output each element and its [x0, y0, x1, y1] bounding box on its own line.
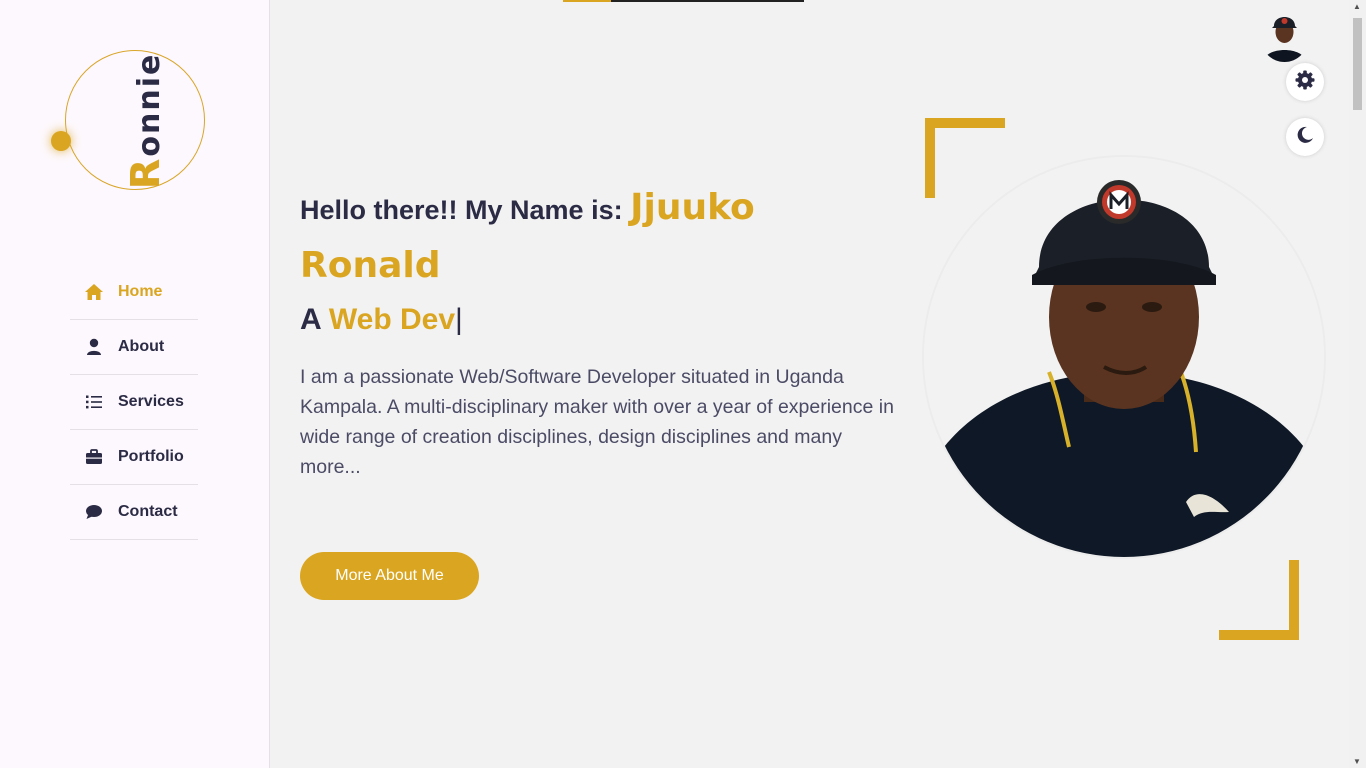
nav-label-portfolio: Portfolio	[118, 448, 184, 465]
chat-icon	[84, 502, 104, 522]
logo-dot	[51, 131, 71, 151]
logo-text: Ronnie	[123, 52, 169, 190]
corner-decoration-top-left	[925, 118, 1005, 198]
scroll-progress-fill	[563, 0, 612, 2]
moon-icon	[1296, 126, 1314, 149]
nav-item-services[interactable]: Services	[70, 375, 198, 430]
more-about-me-button[interactable]: More About Me	[300, 552, 479, 600]
nav-item-home[interactable]: Home	[70, 265, 198, 320]
gear-icon	[1295, 70, 1315, 95]
role-text: Web Dev	[328, 303, 456, 336]
sidebar: Ronnie Home About Services Portfolio Con…	[0, 0, 270, 768]
list-icon	[84, 392, 104, 412]
logo[interactable]: Ronnie	[51, 50, 205, 190]
hero-bio: I am a passionate Web/Software Developer…	[300, 366, 894, 478]
nav-label-about: About	[118, 338, 165, 355]
hero-role: A Web Dev|	[300, 303, 463, 337]
nav-item-contact[interactable]: Contact	[70, 485, 198, 540]
nav-label-contact: Contact	[118, 503, 178, 520]
main-nav: Home About Services Portfolio Contact	[70, 265, 198, 540]
profile-portrait	[922, 155, 1326, 559]
briefcase-icon	[84, 447, 104, 467]
greeting-prefix: Hello there!! My Name is:	[300, 195, 631, 225]
scroll-up-arrow[interactable]: ▲	[1353, 2, 1361, 11]
nav-label-services: Services	[118, 393, 184, 410]
user-icon	[84, 337, 104, 357]
corner-decoration-bottom-right	[1219, 560, 1299, 640]
settings-button[interactable]	[1286, 63, 1324, 101]
typing-cursor: |	[455, 303, 463, 336]
role-prefix: A	[300, 303, 329, 336]
scroll-progress-bar	[563, 0, 804, 2]
scrollbar-thumb[interactable]	[1353, 18, 1362, 110]
scroll-down-arrow[interactable]: ▼	[1353, 757, 1361, 766]
nav-item-portfolio[interactable]: Portfolio	[70, 430, 198, 485]
avatar[interactable]	[1261, 10, 1308, 62]
scrollbar[interactable]: ▲ ▼	[1349, 0, 1366, 768]
home-icon	[84, 282, 104, 302]
nav-item-about[interactable]: About	[70, 320, 198, 375]
nav-label-home: Home	[118, 283, 163, 300]
hero-greeting: Hello there!! My Name is: Jjuuko Ronald	[300, 180, 900, 296]
theme-toggle-button[interactable]	[1286, 118, 1324, 156]
